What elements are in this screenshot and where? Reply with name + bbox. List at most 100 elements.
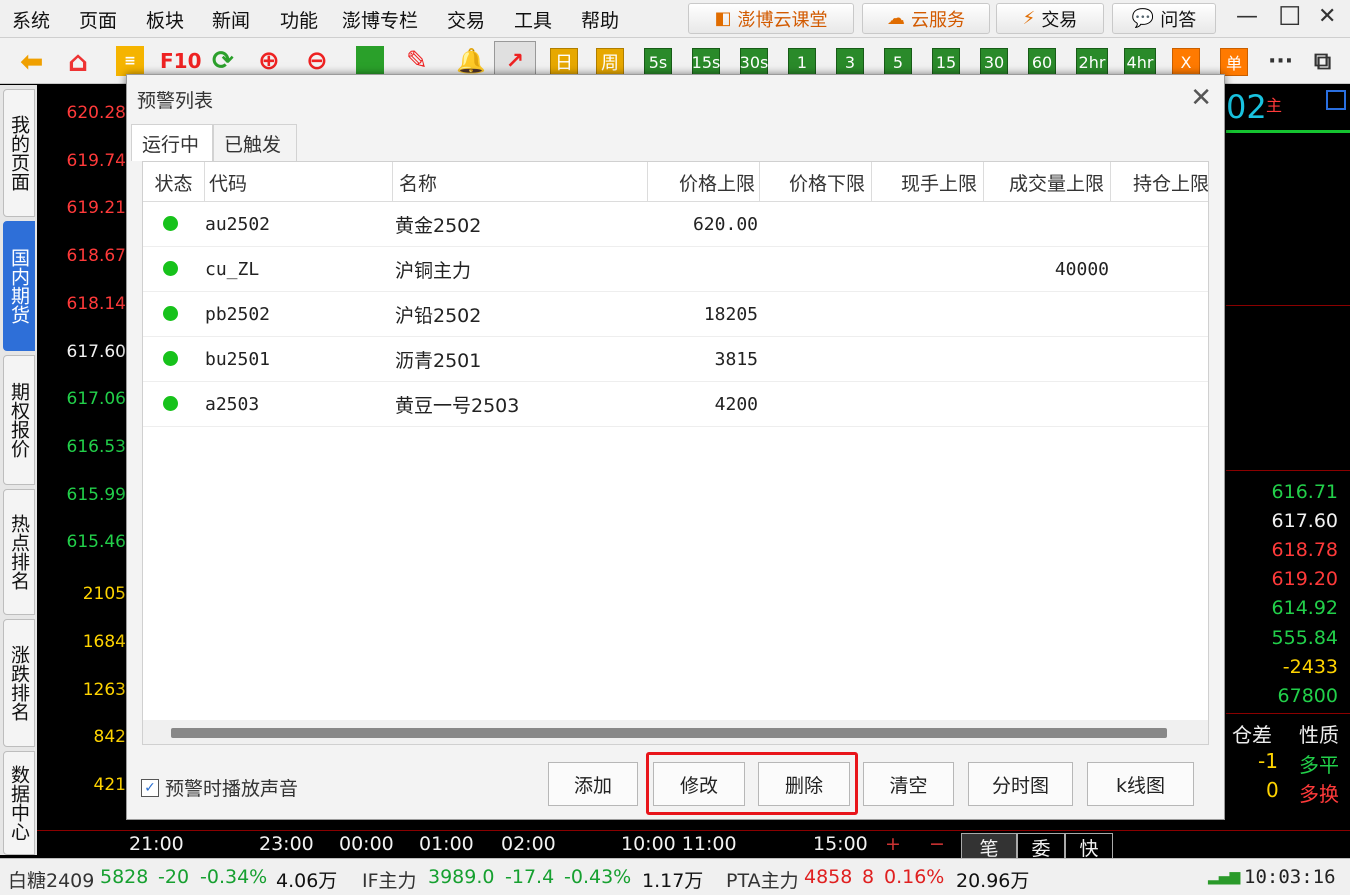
header-price-upper[interactable]: 价格上限: [648, 162, 760, 202]
period-day[interactable]: 日: [550, 48, 578, 76]
position-diff-header: 仓差: [1232, 723, 1272, 747]
nature-value: 多换: [1299, 782, 1339, 806]
menu-tools[interactable]: 工具: [514, 6, 552, 33]
period-30s[interactable]: 30s: [740, 48, 768, 76]
sidenav-hot-ranking[interactable]: 热点排名: [3, 489, 35, 615]
header-volume-upper[interactable]: 成交量上限: [984, 162, 1111, 202]
home-icon[interactable]: ⌂: [68, 45, 88, 78]
cloud-service-button[interactable]: ☁ 云服务: [862, 3, 990, 34]
divider-line: [1226, 713, 1350, 714]
trade-label: 交易: [1041, 9, 1078, 31]
ticker-name[interactable]: 白糖2409: [8, 866, 94, 893]
menu-help[interactable]: 帮助: [581, 6, 619, 33]
header-price-lower[interactable]: 价格下限: [760, 162, 872, 202]
sidenav-label: 热点排名: [8, 514, 30, 590]
expand-plus[interactable]: +: [885, 833, 901, 855]
bell-icon[interactable]: 🔔: [456, 46, 486, 76]
ticker-name[interactable]: PTA主力: [726, 866, 799, 893]
minimize-icon[interactable]: —: [1236, 4, 1258, 29]
sidenav-change-ranking[interactable]: 涨跌排名: [3, 619, 35, 747]
sidenav-domestic-futures[interactable]: 国内期货: [3, 221, 35, 351]
quote-value: 617.60: [1271, 510, 1338, 533]
table-row[interactable]: cu_ZL 沪铜主力 40000: [143, 247, 1208, 292]
contract-code-fragment: 02: [1226, 88, 1267, 126]
cloud-class-button[interactable]: ◧ 澎博云课堂: [688, 3, 854, 34]
kline-chart-button[interactable]: k线图: [1087, 762, 1194, 806]
header-code[interactable]: 代码: [205, 162, 393, 202]
header-lot-upper[interactable]: 现手上限: [872, 162, 984, 202]
zoom-in-icon[interactable]: ⊕: [258, 46, 280, 76]
zoom-out-icon[interactable]: ⊖: [306, 46, 328, 76]
menu-system[interactable]: 系统: [12, 6, 50, 33]
menu-trade[interactable]: 交易: [447, 6, 485, 33]
period-60m[interactable]: 60: [1028, 48, 1056, 76]
period-1m[interactable]: 1: [788, 48, 816, 76]
sidenav-options-quotes[interactable]: 期权报价: [3, 355, 35, 485]
qa-button[interactable]: 💬 问答: [1112, 3, 1216, 34]
scrollbar-thumb[interactable]: [171, 728, 1167, 738]
pencil-icon[interactable]: ✎: [406, 46, 428, 76]
tick-chart-button[interactable]: 分时图: [968, 762, 1073, 806]
price-axis-label: 617.60: [66, 341, 126, 362]
cell-price-upper: 620.00: [692, 213, 758, 235]
horizontal-scrollbar[interactable]: [143, 720, 1208, 744]
sidenav-label: 期权报价: [8, 382, 30, 458]
period-5s[interactable]: 5s: [644, 48, 672, 76]
menu-news[interactable]: 新闻: [212, 6, 250, 33]
table-row[interactable]: pb2502 沪铅2502 18205: [143, 292, 1208, 337]
sidenav-my-page[interactable]: 我的页面: [3, 89, 35, 217]
back-arrow-icon[interactable]: ⬅: [20, 45, 43, 78]
panel-toggle-icon[interactable]: [1326, 90, 1346, 110]
sound-checkbox[interactable]: ✓: [141, 778, 159, 797]
period-week[interactable]: 周: [596, 48, 624, 76]
clear-button[interactable]: 清空: [863, 762, 954, 806]
collapse-minus[interactable]: −: [929, 833, 945, 855]
close-window-icon[interactable]: ✕: [1318, 4, 1336, 29]
period-30m[interactable]: 30: [980, 48, 1008, 76]
period-custom[interactable]: X: [1172, 48, 1200, 76]
period-2hr[interactable]: 2hr: [1076, 48, 1108, 76]
cell-code: au2502: [205, 213, 271, 235]
refresh-icon[interactable]: ⟳: [212, 46, 234, 76]
close-icon[interactable]: ✕: [1190, 83, 1212, 113]
tab-label: 已触发: [224, 133, 282, 156]
notes-icon[interactable]: ≡: [116, 46, 144, 76]
ticker-price: 4858: [804, 866, 853, 888]
period-3m[interactable]: 3: [836, 48, 864, 76]
sidenav-label: 涨跌排名: [8, 645, 30, 721]
maximize-icon[interactable]: ☐: [1278, 2, 1301, 32]
menu-page[interactable]: 页面: [79, 6, 117, 33]
volume-axis-label: 1263: [82, 679, 126, 700]
table-row[interactable]: bu2501 沥青2501 3815: [143, 337, 1208, 382]
menu-function[interactable]: 功能: [280, 6, 318, 33]
cell-code: a2503: [205, 393, 260, 415]
tab-triggered[interactable]: 已触发: [213, 124, 297, 161]
ticker-percent: -0.34%: [200, 866, 268, 888]
menu-column[interactable]: 澎博专栏: [342, 6, 418, 33]
trade-button[interactable]: ⚡ 交易: [996, 3, 1104, 34]
header-name[interactable]: 名称: [393, 162, 648, 202]
menu-sector[interactable]: 板块: [146, 6, 184, 33]
table-row[interactable]: au2502 黄金2502 620.00: [143, 202, 1208, 247]
sidenav-data-center[interactable]: 数据中心: [3, 751, 35, 855]
add-button[interactable]: 添加: [548, 762, 638, 806]
table-row[interactable]: a2503 黄豆一号2503 4200: [143, 382, 1208, 427]
tab-running[interactable]: 运行中: [131, 124, 213, 161]
layout-icon[interactable]: ⧉: [1314, 46, 1331, 76]
period-5m[interactable]: 5: [884, 48, 912, 76]
period-15s[interactable]: 15s: [692, 48, 720, 76]
more-icon[interactable]: ···: [1268, 46, 1293, 76]
window-icon[interactable]: [356, 46, 384, 76]
period-4hr[interactable]: 4hr: [1124, 48, 1156, 76]
ticker-name[interactable]: IF主力: [362, 866, 417, 893]
sound-checkbox-row[interactable]: ✓ 预警时播放声音: [141, 774, 298, 801]
header-position-upper[interactable]: 持仓上限: [1111, 162, 1208, 202]
time-label: 23:00: [259, 833, 314, 855]
period-15m[interactable]: 15: [932, 48, 960, 76]
highlight-box: [646, 752, 858, 815]
order-button[interactable]: 单: [1220, 48, 1248, 76]
f10-button[interactable]: F10: [160, 46, 202, 76]
header-status[interactable]: 状态: [143, 162, 205, 202]
tab-label: 运行中: [142, 133, 200, 156]
ticker-price: 5828: [100, 866, 149, 888]
